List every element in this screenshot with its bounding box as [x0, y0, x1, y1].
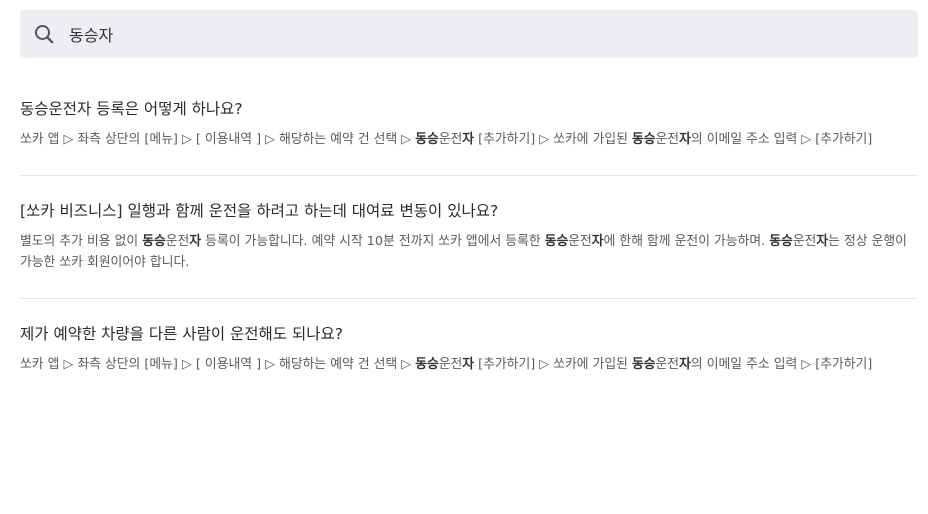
answer-text: 쏘카 앱 ▷ 좌측 상단의 [메뉴] ▷ [ 이용내역 ] ▷ 해당하는 예약 … [20, 132, 416, 147]
answer-text: 운전 [655, 132, 680, 147]
answer-highlight: 동승 [769, 234, 793, 249]
answer-highlight: 자 [679, 132, 691, 147]
answer-text: 운전 [165, 234, 190, 249]
answer-highlight: 자 [189, 234, 202, 249]
answer-text: 운전 [792, 234, 817, 249]
faq-question[interactable]: [쏘카 비즈니스] 일행과 함께 운전을 하려고 하는데 대여료 변동이 있나요… [20, 200, 918, 222]
faq-answer: 별도의 추가 비용 없이 동승운전자 등록이 가능합니다. 예약 시작 10분 … [20, 231, 918, 273]
answer-text: 등록이 가능합니다. 예약 시작 10분 전까지 쏘카 앱에서 등록한 [201, 234, 545, 249]
faq-page: 동승운전자 등록은 어떻게 하나요? 쏘카 앱 ▷ 좌측 상단의 [메뉴] ▷ [… [0, 0, 928, 514]
answer-highlight: 동승 [631, 132, 656, 147]
search-bar[interactable] [20, 10, 918, 58]
answer-text: 쏘카 앱 ▷ 좌측 상단의 [메뉴] ▷ [ 이용내역 ] ▷ 해당하는 예약 … [20, 357, 416, 372]
search-input[interactable] [69, 10, 918, 58]
faq-answer: 쏘카 앱 ▷ 좌측 상단의 [메뉴] ▷ [ 이용내역 ] ▷ 해당하는 예약 … [20, 129, 918, 150]
faq-item[interactable]: 동승운전자 등록은 어떻게 하나요? 쏘카 앱 ▷ 좌측 상단의 [메뉴] ▷ [… [20, 74, 918, 176]
answer-text: 의 이메일 주소 입력 ▷ [추가하기] [690, 132, 873, 147]
answer-highlight: 동승 [415, 132, 439, 147]
faq-question[interactable]: 제가 예약한 차량을 다른 사람이 운전해도 되나요? [20, 323, 918, 345]
answer-text: 별도의 추가 비용 없이 [20, 234, 143, 249]
answer-text: [추가하기] ▷ 쏘카에 가입된 [474, 132, 632, 147]
answer-text: 의 이메일 주소 입력 ▷ [추가하기] [690, 357, 873, 372]
answer-highlight: 자 [591, 234, 604, 249]
answer-highlight: 자 [816, 234, 829, 249]
faq-answer: 쏘카 앱 ▷ 좌측 상단의 [메뉴] ▷ [ 이용내역 ] ▷ 해당하는 예약 … [20, 354, 918, 375]
answer-text: 운전 [568, 234, 592, 249]
answer-highlight: 자 [462, 357, 475, 372]
faq-list: 동승운전자 등록은 어떻게 하나요? 쏘카 앱 ▷ 좌측 상단의 [메뉴] ▷ [… [20, 74, 918, 400]
search-icon[interactable] [34, 24, 54, 44]
faq-item[interactable]: [쏘카 비즈니스] 일행과 함께 운전을 하려고 하는데 대여료 변동이 있나요… [20, 176, 918, 299]
answer-text: 운전 [438, 132, 463, 147]
answer-highlight: 동승 [415, 357, 439, 372]
answer-highlight: 동승 [142, 234, 166, 249]
answer-highlight: 동승 [631, 357, 656, 372]
answer-highlight: 자 [679, 357, 691, 372]
faq-item[interactable]: 제가 예약한 차량을 다른 사람이 운전해도 되나요? 쏘카 앱 ▷ 좌측 상단의… [20, 299, 918, 400]
answer-text: [추가하기] ▷ 쏘카에 가입된 [474, 357, 632, 372]
answer-highlight: 자 [462, 132, 475, 147]
faq-question[interactable]: 동승운전자 등록은 어떻게 하나요? [20, 98, 918, 120]
answer-text: 에 한해 함께 운전이 가능하며. [603, 234, 770, 249]
answer-text: 운전 [438, 357, 463, 372]
answer-text: 운전 [655, 357, 680, 372]
answer-highlight: 동승 [544, 234, 569, 249]
